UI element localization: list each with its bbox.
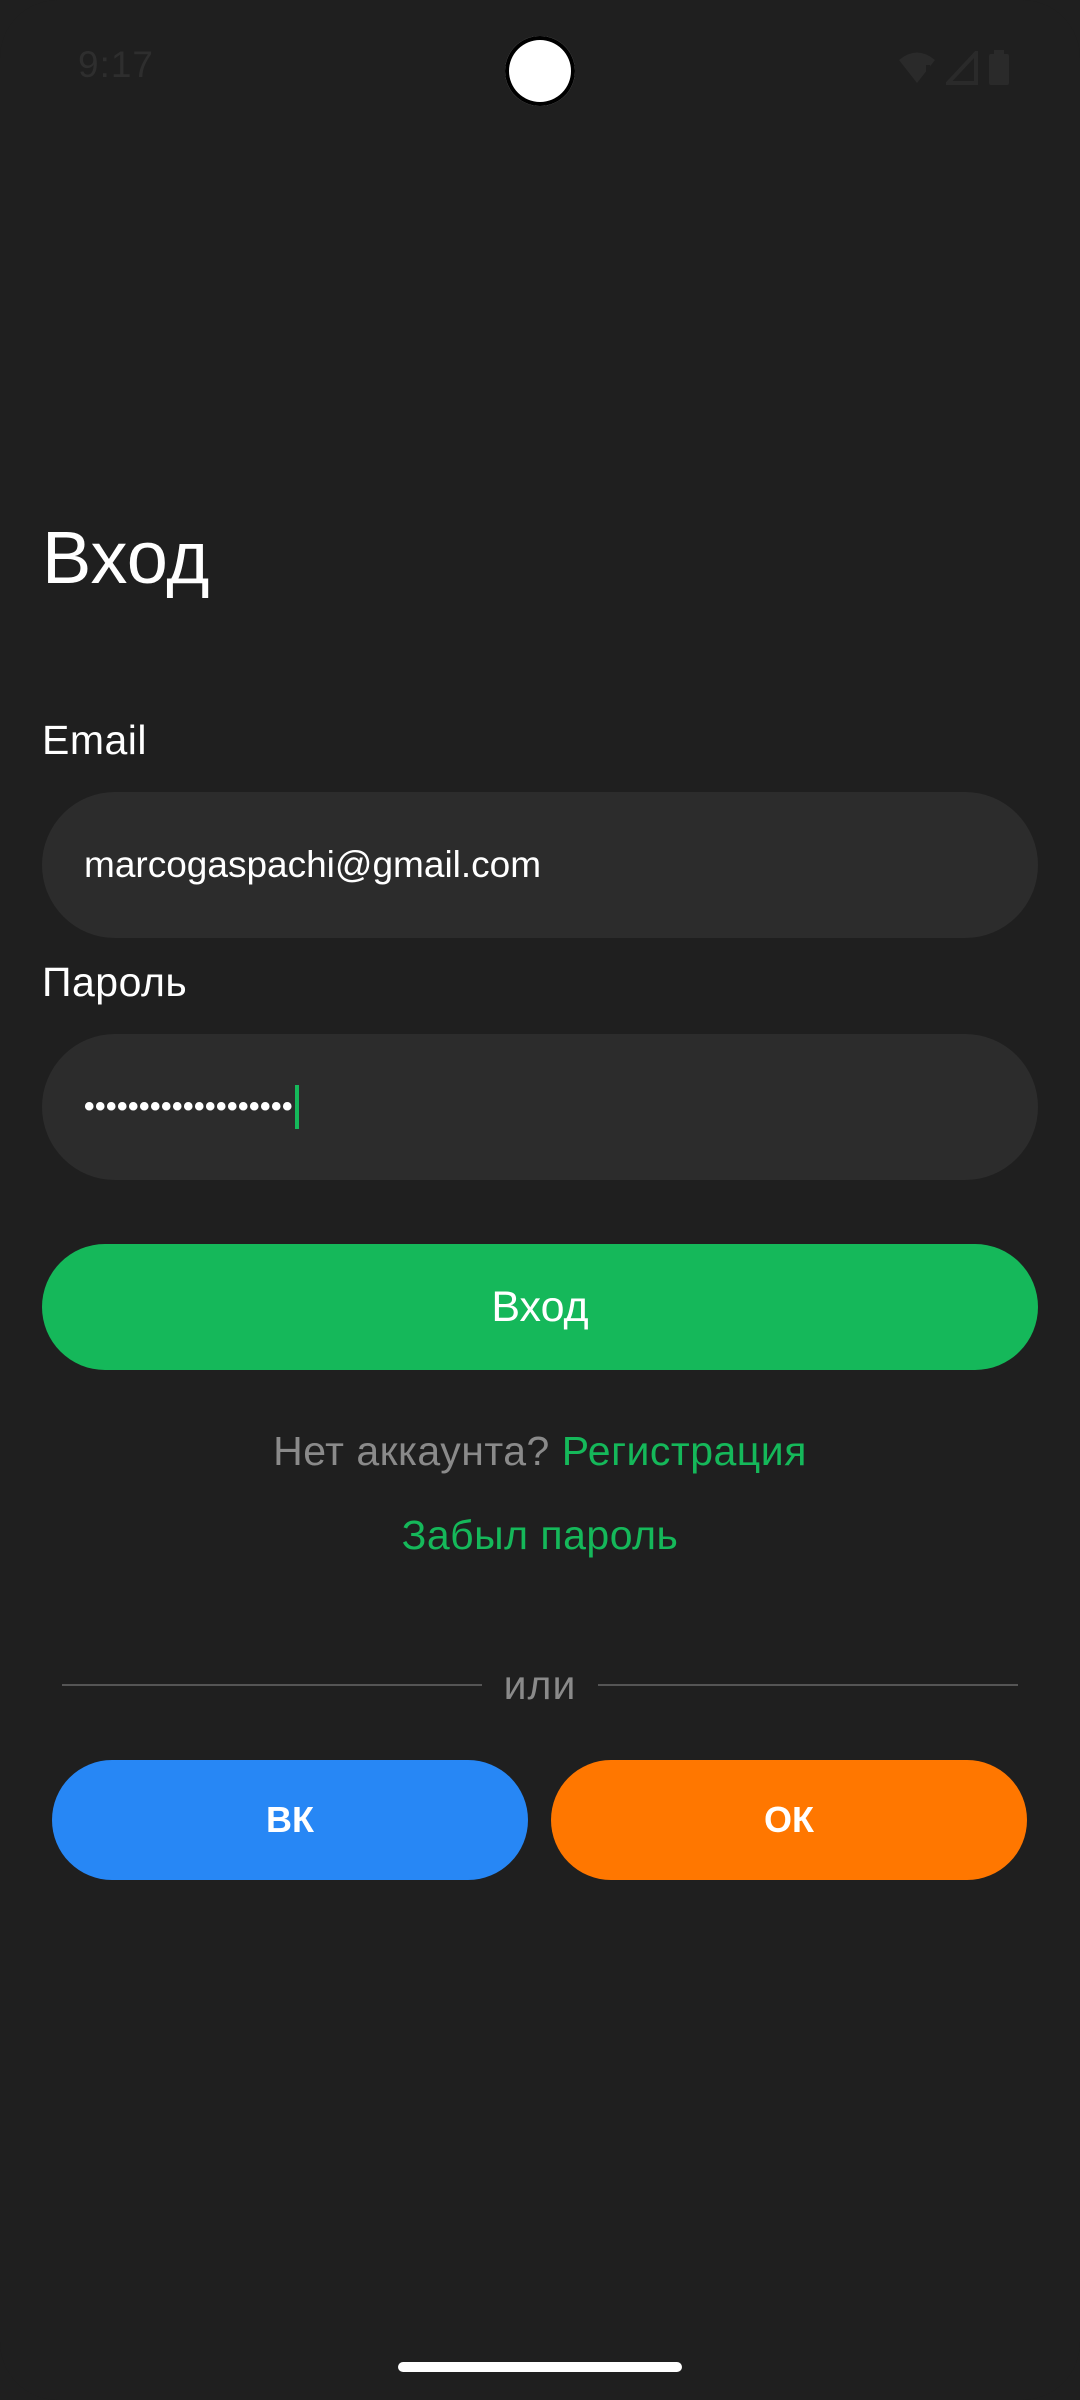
password-label: Пароль <box>42 959 188 1005</box>
status-time: 9:17 <box>78 44 155 85</box>
login-button[interactable]: Вход <box>42 1244 1038 1370</box>
email-label: Email <box>42 717 148 763</box>
login-button-label: Вход <box>491 1282 589 1331</box>
or-divider: или <box>62 1660 1019 1710</box>
forgot-password-link[interactable]: Забыл пароль <box>402 1512 679 1558</box>
no-account-text: Нет аккаунта? <box>273 1428 550 1474</box>
vk-button-label: ВК <box>266 1799 314 1840</box>
login-screen: 9:17 Вход Email marcogaspachi@gmail.com … <box>0 0 1080 2400</box>
page-title: Вход <box>42 516 210 599</box>
vk-login-button[interactable]: ВК <box>52 1760 528 1880</box>
text-cursor <box>295 1085 300 1129</box>
divider-line-left <box>62 1684 482 1686</box>
status-bar: 9:17 <box>0 0 1080 140</box>
email-value: marcogaspachi@gmail.com <box>84 844 542 885</box>
divider-text: или <box>503 1661 577 1708</box>
email-field[interactable]: marcogaspachi@gmail.com <box>42 792 1038 938</box>
password-value: ••••••••••••••••••• <box>84 1090 294 1123</box>
register-prompt: Нет аккаунта? Регистрация <box>0 1428 1080 1475</box>
battery-icon <box>988 50 1010 91</box>
ok-login-button[interactable]: ОК <box>551 1760 1027 1880</box>
forgot-password-row: Забыл пароль <box>0 1512 1080 1559</box>
password-field[interactable]: ••••••••••••••••••• <box>42 1034 1038 1180</box>
divider-line-right <box>598 1684 1019 1686</box>
wifi-icon <box>898 51 936 90</box>
ok-button-label: ОК <box>764 1799 814 1840</box>
status-icons <box>898 47 1010 91</box>
register-link[interactable]: Регистрация <box>562 1428 807 1474</box>
camera-cutout <box>505 36 575 106</box>
signal-icon <box>943 47 978 90</box>
home-indicator[interactable] <box>398 2362 682 2372</box>
